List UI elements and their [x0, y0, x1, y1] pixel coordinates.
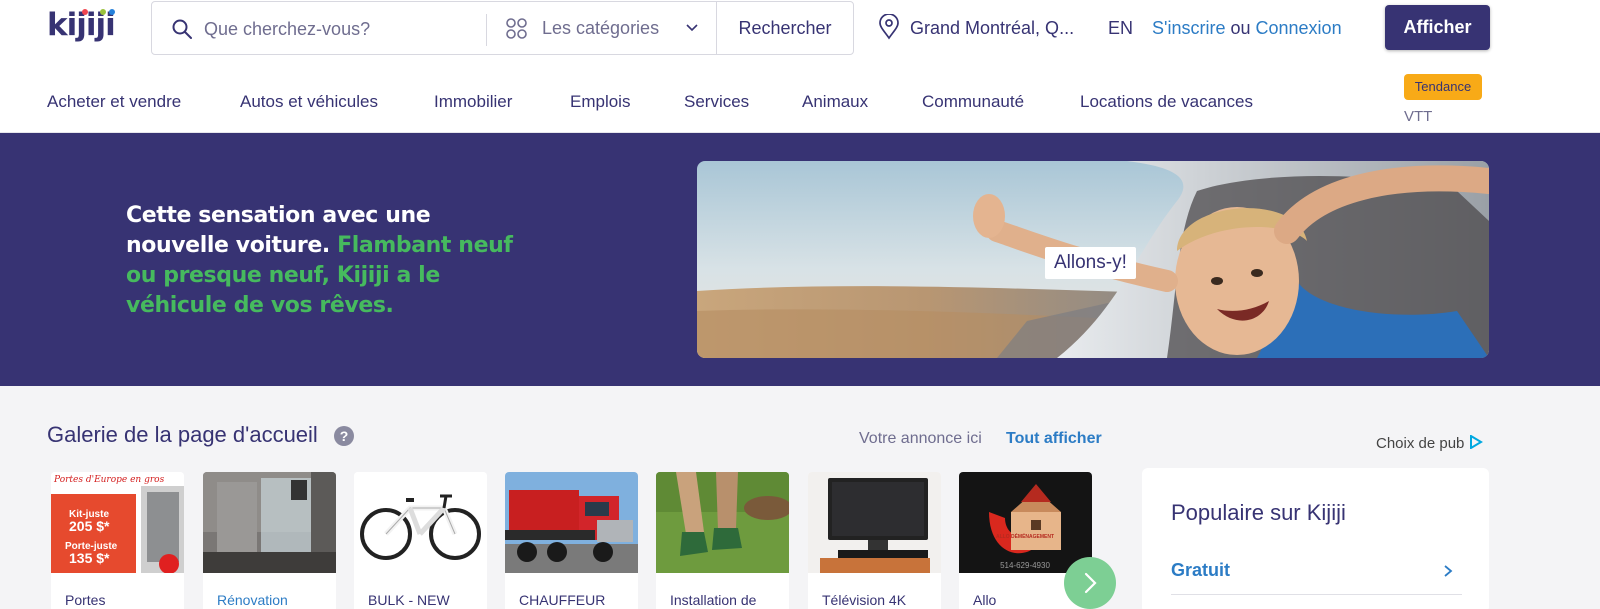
chevron-right-icon	[1084, 572, 1097, 594]
adchoices-icon	[1469, 435, 1483, 449]
gallery-card[interactable]: BULK - NEW	[354, 472, 487, 609]
login-link[interactable]: Connexion	[1256, 18, 1342, 38]
ad-choices-label: Choix de pub	[1376, 435, 1465, 452]
popular-title: Populaire sur Kijiji	[1171, 500, 1346, 525]
logo-dot	[82, 9, 88, 15]
auth-links: S'inscrire ou Connexion	[1152, 18, 1342, 39]
nav-item-real-estate[interactable]: Immobilier	[434, 92, 512, 112]
search-button[interactable]: Rechercher	[716, 1, 854, 55]
gallery-card-title: Portes	[65, 592, 106, 608]
signup-link[interactable]: S'inscrire	[1152, 18, 1225, 38]
gallery-card-image	[505, 472, 638, 573]
gallery-card-title: BULK - NEW	[368, 592, 450, 608]
gallery-card[interactable]: Télévision 4K	[808, 472, 941, 609]
see-all-link[interactable]: Tout afficher	[1006, 430, 1102, 448]
gallery-card-title: CHAUFFEUR	[519, 592, 606, 608]
gallery-card-image: Portes d'Europe en gros Kit-juste 205 $*…	[51, 472, 184, 573]
your-ad-here-link[interactable]: Votre annonce ici	[859, 430, 982, 448]
header: kijiji Les catégories Rechercher	[0, 0, 1600, 60]
search-input[interactable]	[204, 14, 474, 44]
nav-item-buy-sell[interactable]: Acheter et vendre	[47, 92, 181, 112]
gallery-card-title: Installation de	[670, 592, 757, 608]
category-nav: Acheter et vendre Autos et véhicules Imm…	[0, 60, 1600, 133]
logo-dot	[109, 9, 115, 15]
nav-item-community[interactable]: Communauté	[922, 92, 1024, 112]
gallery-card-image: ALLO DÉMÉNAGEMENT 514-629-4930	[959, 472, 1092, 573]
gallery-card[interactable]: CHAUFFEUR	[505, 472, 638, 609]
search-icon	[172, 19, 192, 39]
nav-item-vacation-rentals[interactable]: Locations de vacances	[1080, 92, 1253, 112]
popular-item-free[interactable]: Gratuit	[1171, 560, 1230, 581]
gallery-card[interactable]: Portes d'Europe en gros Kit-juste 205 $*…	[51, 472, 184, 609]
trending-badge: Tendance	[1404, 74, 1482, 100]
help-icon[interactable]: ?	[334, 426, 354, 446]
gallery-card[interactable]: Installation de	[656, 472, 789, 609]
auth-or: ou	[1230, 18, 1251, 38]
nav-item-pets[interactable]: Animaux	[802, 92, 868, 112]
hero-image-caption: Allons-y!	[1045, 247, 1136, 279]
svg-text:135 $*: 135 $*	[69, 550, 110, 566]
chevron-right-icon[interactable]	[1442, 564, 1454, 578]
gallery-next-button[interactable]	[1064, 557, 1116, 609]
chevron-down-icon	[686, 24, 698, 32]
gallery-card-title: Rénovation	[217, 592, 288, 608]
language-toggle[interactable]: EN	[1108, 18, 1133, 39]
logo-dot	[100, 9, 106, 15]
gallery-card-title: Télévision 4K	[822, 592, 907, 608]
popular-panel: Populaire sur Kijiji Gratuit	[1142, 468, 1489, 609]
svg-text:514-629-4930: 514-629-4930	[1000, 561, 1050, 570]
gallery-card-title: Allo	[973, 592, 997, 608]
nav-item-autos[interactable]: Autos et véhicules	[240, 92, 378, 112]
location-label: Grand Montréal, Q...	[910, 18, 1075, 38]
gallery-card-image	[656, 472, 789, 573]
svg-text:ALLO DÉMÉNAGEMENT: ALLO DÉMÉNAGEMENT	[996, 532, 1054, 540]
gallery-card-image	[203, 472, 336, 573]
svg-text:Portes d'Europe en gros: Portes d'Europe en gros	[53, 475, 165, 485]
gallery-card-image	[354, 472, 487, 573]
gallery-title: Galerie de la page d'accueil	[47, 422, 318, 447]
post-ad-button[interactable]: Afficher	[1385, 5, 1490, 50]
gallery-card[interactable]: Rénovation	[203, 472, 336, 609]
hero-text: Cette sensation avec une nouvelle voitur…	[126, 201, 526, 321]
categories-grid-icon	[506, 18, 527, 39]
svg-text:205 $*: 205 $*	[69, 518, 110, 534]
trending-link[interactable]: VTT	[1404, 108, 1432, 125]
divider	[1171, 594, 1462, 595]
search-bar: Les catégories	[151, 1, 717, 55]
nav-item-services[interactable]: Services	[684, 92, 749, 112]
ad-choices[interactable]: Choix de pub	[1376, 435, 1483, 452]
hero-banner: Cette sensation avec une nouvelle voitur…	[0, 133, 1600, 386]
categories-label: Les catégories	[542, 18, 660, 38]
categories-select[interactable]: Les catégories	[487, 2, 717, 54]
location-pin-icon	[879, 14, 899, 40]
nav-item-jobs[interactable]: Emplois	[570, 92, 630, 112]
gallery-card-image	[808, 472, 941, 573]
